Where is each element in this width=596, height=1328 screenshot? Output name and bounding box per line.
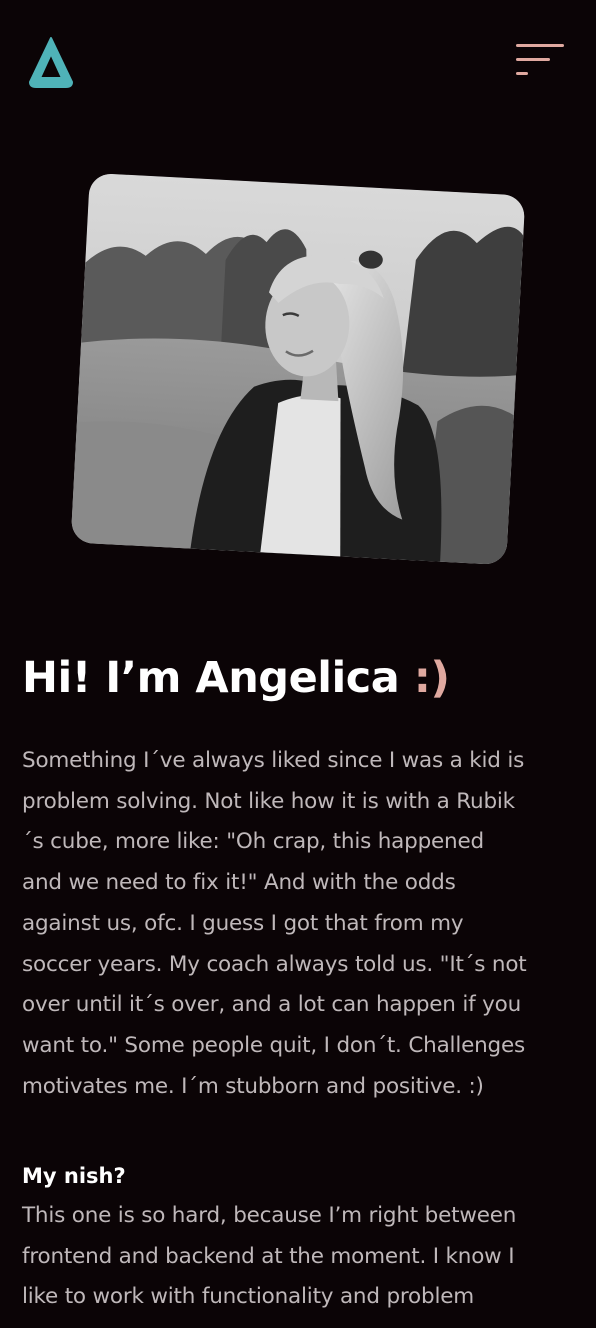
nish-line: frontend and backend at the moment. I kn…	[22, 1243, 515, 1269]
nish-heading: My nish?	[22, 1164, 126, 1188]
title-text: Hi! I’m Angelica	[22, 653, 414, 703]
page-title: Hi! I’m Angelica :)	[22, 648, 450, 708]
menu-button[interactable]	[512, 40, 568, 82]
intro-line: problem solving. Not like how it is with…	[22, 788, 515, 814]
site-header	[0, 0, 596, 120]
nish-line: This one is so hard, because I’m right b…	[22, 1203, 517, 1228]
intro-line: Something I´ve always liked since I was …	[22, 748, 525, 773]
logo-link[interactable]	[28, 36, 74, 88]
intro-line: against us, ofc. I guess I got that from…	[22, 910, 464, 936]
intro-line: want to." Some people quit, I don´t. Cha…	[22, 1032, 526, 1058]
intro-line: over until it´s over, and a lot can happ…	[22, 992, 522, 1018]
intro-line: motivates me. I´m stubborn and positive.…	[22, 1073, 484, 1099]
intro-line: ´s cube, more like: "Oh crap, this happe…	[22, 829, 484, 855]
intro-paragraph: Something I´ve always liked since I was …	[22, 741, 578, 1107]
profile-photo	[70, 172, 526, 566]
portrait-photo	[70, 172, 526, 566]
nish-line: like to work with functionality and prob…	[22, 1284, 475, 1310]
hamburger-menu-icon	[516, 44, 564, 75]
triangle-logo-icon	[29, 37, 73, 88]
nish-paragraph: This one is so hard, because I’m right b…	[22, 1196, 578, 1318]
intro-line: and we need to fix it!" And with the odd…	[22, 870, 456, 896]
title-smile: :)	[413, 653, 450, 703]
intro-line: soccer years. My coach always told us. "…	[22, 951, 527, 977]
